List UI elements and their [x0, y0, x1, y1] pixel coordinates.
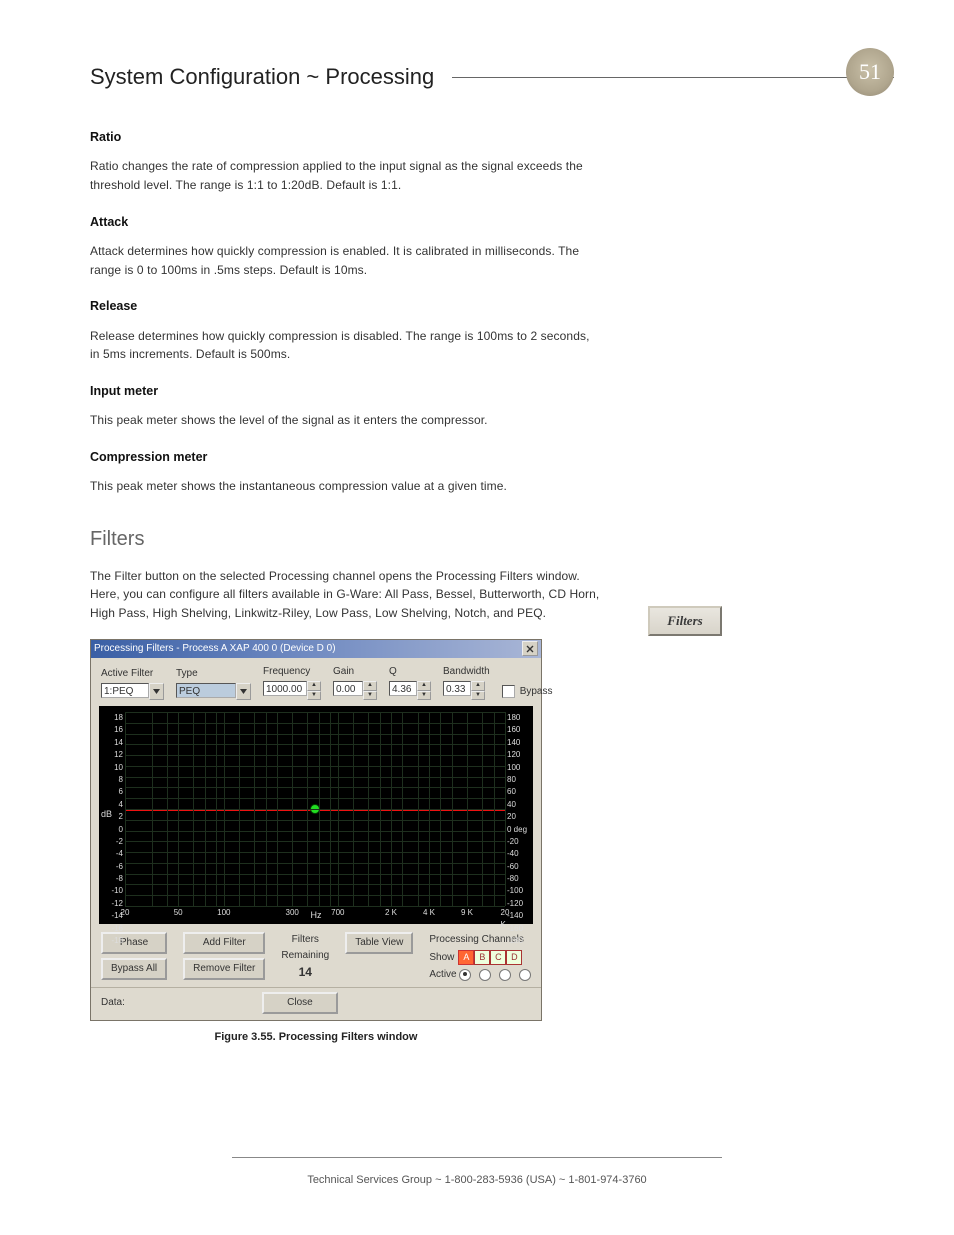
filters-remaining-value: 14 — [299, 965, 312, 979]
para-compression-meter: This peak meter shows the instantaneous … — [90, 477, 600, 496]
graph-right-ticks: 180160140120100806040200 deg-20-40-60-80… — [507, 712, 529, 906]
q-stepper[interactable]: 4.36 ▲▼ — [389, 681, 431, 700]
window-titlebar: Processing Filters - Process A XAP 400 0… — [91, 640, 541, 658]
remove-filter-button[interactable]: Remove Filter — [183, 958, 265, 980]
filter-graph[interactable]: dB Hz 181614121086420-2-4-6-8-10-12-14-1… — [99, 706, 533, 924]
page-header: System Configuration ~ Processing — [90, 60, 894, 94]
page-number-medallion: 51 — [846, 48, 894, 96]
filters-button-label: Filters — [667, 611, 702, 631]
graph-left-ticks: 181614121086420-2-4-6-8-10-12-14-16-18 — [107, 712, 123, 906]
arrow-down-icon: ▼ — [417, 691, 431, 701]
para-attack: Attack determines how quickly compressio… — [90, 242, 600, 279]
channel-tabs[interactable]: ABCD — [458, 950, 522, 966]
show-label: Show — [429, 950, 454, 966]
gain-stepper[interactable]: 0.00 ▲▼ — [333, 681, 377, 700]
close-icon[interactable] — [522, 641, 538, 656]
label-q: Q — [389, 664, 431, 680]
label-bandwidth: Bandwidth — [443, 664, 490, 680]
arrow-down-icon: ▼ — [471, 691, 485, 701]
bandwidth-stepper[interactable]: 0.33 ▲▼ — [443, 681, 490, 700]
header-rule — [452, 77, 894, 78]
label-frequency: Frequency — [263, 664, 321, 680]
heading-input-meter: Input meter — [90, 382, 600, 401]
window-top-controls: Active Filter 1:PEQ Type PEQ — [91, 658, 541, 705]
arrow-up-icon: ▲ — [417, 681, 431, 691]
bypass-all-button[interactable]: Bypass All — [101, 958, 167, 980]
body-column: Ratio Ratio changes the rate of compress… — [90, 128, 600, 1045]
bandwidth-value: 0.33 — [443, 681, 471, 696]
chevron-down-icon — [236, 683, 251, 700]
close-button[interactable]: Close — [262, 992, 338, 1014]
window-title: Processing Filters - Process A XAP 400 0… — [94, 641, 336, 657]
page-number: 51 — [859, 55, 881, 89]
graph-x-ticks: 20501003007002 K4 K9 K20 K — [125, 907, 505, 917]
active-radio-d[interactable] — [519, 969, 531, 981]
heading-filters: Filters — [90, 524, 600, 555]
figure: Processing Filters - Process A XAP 400 0… — [90, 639, 542, 1046]
page-title: System Configuration ~ Processing — [90, 60, 434, 94]
filters-remaining: Filters Remaining 14 — [281, 932, 329, 982]
gain-value: 0.00 — [333, 681, 363, 696]
figure-caption: Figure 3.55. Processing Filters window — [90, 1029, 542, 1046]
label-active-filter: Active Filter — [101, 666, 164, 682]
arrow-down-icon: ▼ — [363, 691, 377, 701]
active-label: Active — [429, 967, 456, 983]
graph-canvas — [125, 712, 505, 906]
heading-release: Release — [90, 297, 600, 316]
label-type: Type — [176, 666, 251, 682]
para-release: Release determines how quickly compressi… — [90, 327, 600, 364]
active-radio-b[interactable] — [479, 969, 491, 981]
label-bypass: Bypass — [520, 684, 553, 700]
active-filter-dropdown[interactable]: 1:PEQ — [101, 683, 164, 700]
filters-remaining-label: Filters Remaining — [281, 932, 329, 963]
page-footer: Technical Services Group ~ 1-800-283-593… — [0, 1157, 954, 1189]
q-value: 4.36 — [389, 681, 417, 696]
para-input-meter: This peak meter shows the level of the s… — [90, 411, 600, 430]
heading-ratio: Ratio — [90, 128, 600, 147]
active-filter-value: 1:PEQ — [101, 683, 149, 698]
type-dropdown[interactable]: PEQ — [176, 683, 251, 700]
type-value: PEQ — [176, 683, 236, 698]
bypass-checkbox[interactable] — [502, 685, 515, 698]
window-bottom-controls: Phase Bypass All Add Filter Remove Filte… — [91, 926, 541, 987]
active-radio-c[interactable] — [499, 969, 511, 981]
table-view-button[interactable]: Table View — [345, 932, 413, 954]
add-filter-button[interactable]: Add Filter — [183, 932, 265, 954]
footer-text: Technical Services Group ~ 1-800-283-593… — [307, 1174, 646, 1186]
arrow-down-icon: ▼ — [307, 691, 321, 701]
heading-compression-meter: Compression meter — [90, 448, 600, 467]
footer-rule — [232, 1157, 722, 1158]
para-ratio: Ratio changes the rate of compression ap… — [90, 157, 600, 194]
chevron-down-icon — [149, 683, 164, 700]
frequency-value: 1000.00 — [263, 681, 307, 696]
arrow-up-icon: ▲ — [471, 681, 485, 691]
label-gain: Gain — [333, 664, 377, 680]
data-label: Data: — [101, 995, 125, 1011]
para-filters: The Filter button on the selected Proces… — [90, 567, 600, 623]
frequency-stepper[interactable]: 1000.00 ▲▼ — [263, 681, 321, 700]
heading-attack: Attack — [90, 213, 600, 232]
arrow-up-icon: ▲ — [363, 681, 377, 691]
active-radio-a[interactable] — [459, 969, 471, 981]
arrow-up-icon: ▲ — [307, 681, 321, 691]
window-status-bar: Data: Close — [91, 987, 541, 1020]
filters-button[interactable]: Filters — [648, 606, 722, 636]
filters-window: Processing Filters - Process A XAP 400 0… — [90, 639, 542, 1021]
